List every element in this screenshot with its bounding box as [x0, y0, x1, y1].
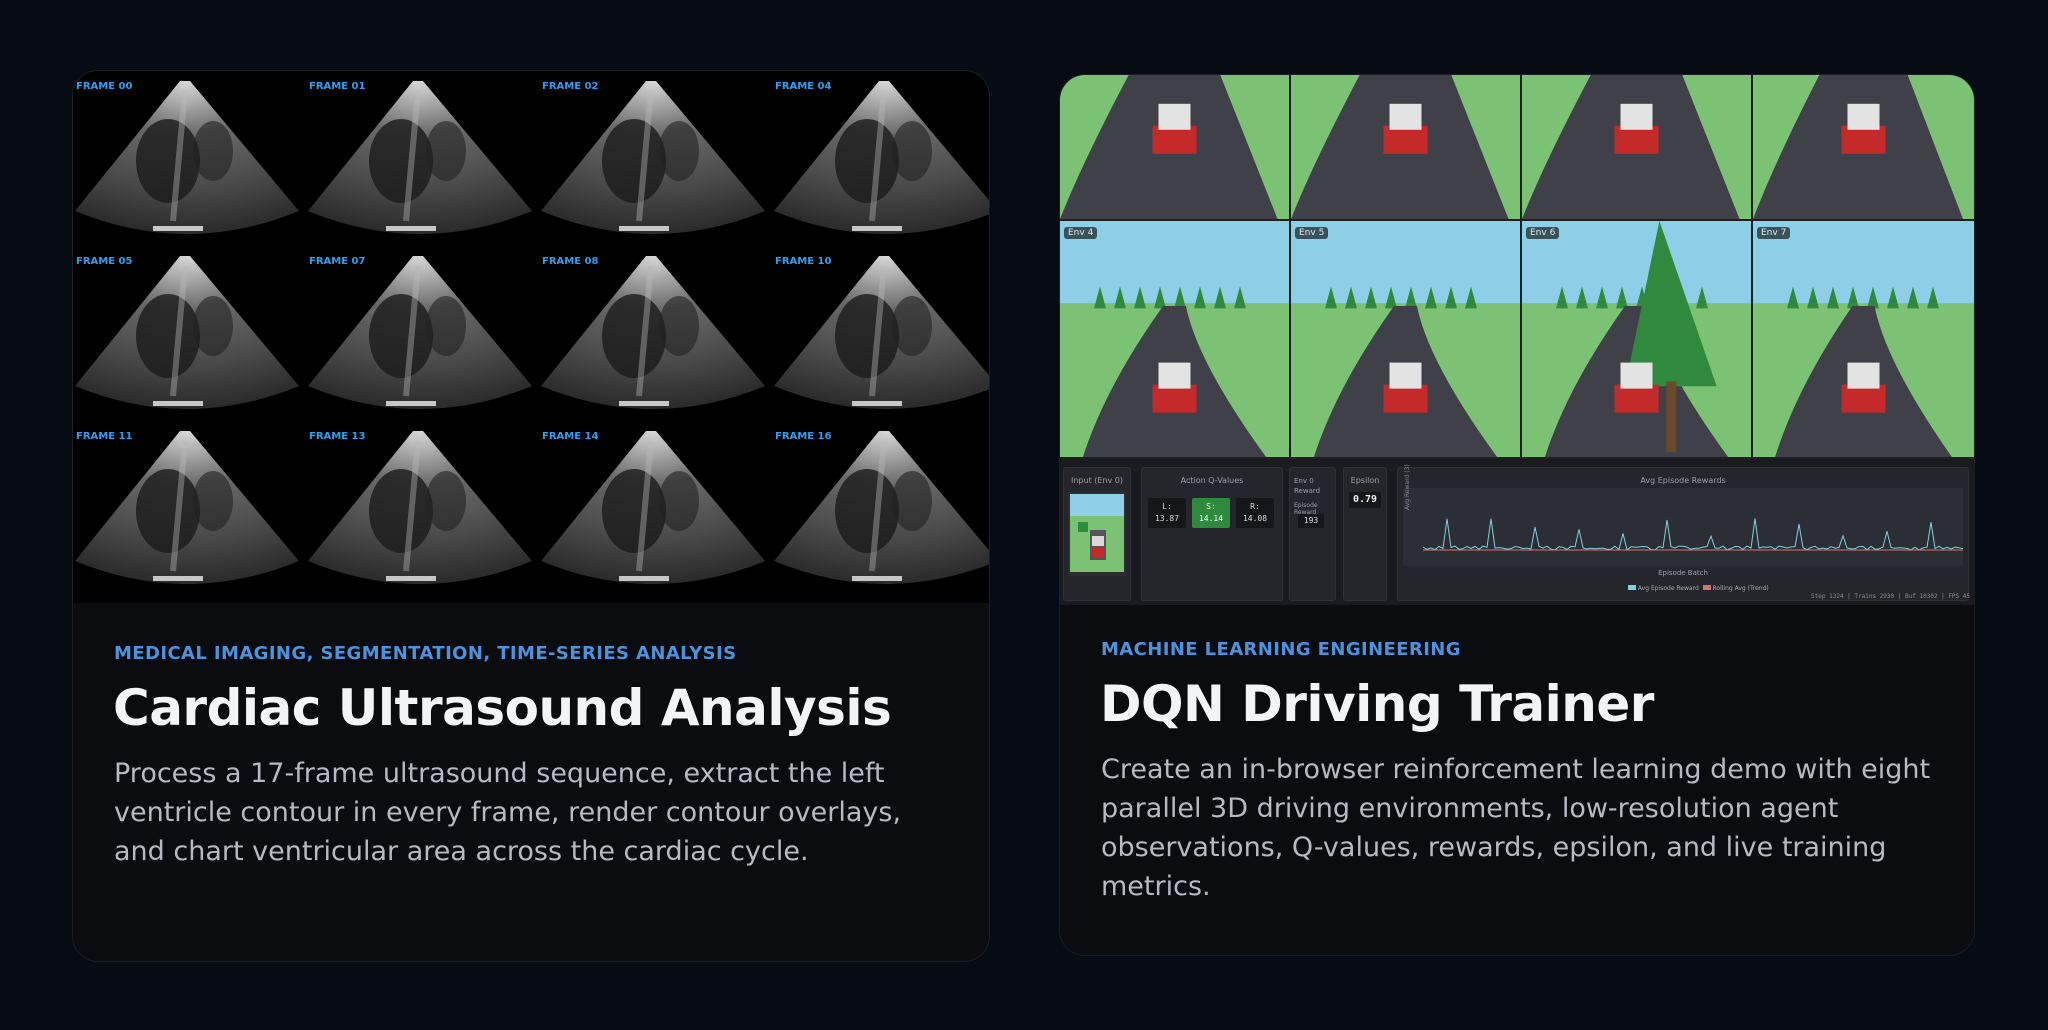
- ultrasound-frame: FRAME 13: [306, 421, 535, 596]
- ultrasound-frame: FRAME 08: [539, 246, 768, 421]
- rewards-chart: [1403, 488, 1963, 568]
- ultrasound-frame: FRAME 16: [772, 421, 990, 596]
- ultrasound-sector: [539, 246, 768, 421]
- project-title: DQN Driving Trainer: [1100, 675, 1654, 733]
- driving-env-top: [1291, 75, 1522, 221]
- epsilon-panel: Epsilon 0.79: [1343, 467, 1387, 601]
- frame-label: FRAME 16: [775, 431, 831, 442]
- driving-env: Env 4: [1060, 221, 1291, 459]
- ultrasound-sector: [306, 246, 535, 421]
- ultrasound-sector: [539, 421, 768, 596]
- ultrasound-frame: FRAME 00: [73, 71, 302, 246]
- episode-reward-value: 193: [1298, 514, 1324, 528]
- ultrasound-frame: FRAME 14: [539, 421, 768, 596]
- driving-env-top: [1753, 75, 1975, 221]
- q-values-title: Action Q-Values: [1142, 476, 1282, 485]
- ultrasound-sector: [539, 71, 768, 246]
- frame-label: FRAME 14: [542, 431, 598, 442]
- frame-label: FRAME 13: [309, 431, 365, 442]
- ultrasound-frame: FRAME 04: [772, 71, 990, 246]
- ultrasound-sector: [772, 246, 990, 421]
- ultrasound-frame: FRAME 07: [306, 246, 535, 421]
- frame-label: FRAME 10: [775, 256, 831, 267]
- ultrasound-frame: FRAME 10: [772, 246, 990, 421]
- ultrasound-sector: [73, 246, 302, 421]
- frame-label: FRAME 04: [775, 81, 831, 92]
- q-value-straight: S: 14.14: [1192, 498, 1230, 528]
- epsilon-value: 0.79: [1349, 492, 1381, 508]
- ultrasound-frame: FRAME 01: [306, 71, 535, 246]
- chart-ylabel: Avg Reward (3): [1404, 464, 1411, 510]
- q-values-panel: Action Q-Values L: 13.87 S: 14.14 R: 14.08: [1141, 467, 1283, 601]
- project-tags: MACHINE LEARNING ENGINEERING: [1101, 639, 1461, 660]
- env-label: Env 5: [1295, 227, 1328, 239]
- project-title: Cardiac Ultrasound Analysis: [113, 679, 891, 737]
- input-panel: Input (Env 0): [1063, 467, 1131, 601]
- ultrasound-sector: [306, 421, 535, 596]
- project-description: Process a 17-frame ultrasound sequence, …: [114, 754, 954, 871]
- epsilon-title: Epsilon: [1344, 476, 1386, 485]
- driving-env-top: [1522, 75, 1753, 221]
- ultrasound-sector: [772, 421, 990, 596]
- ultrasound-sector: [73, 421, 302, 596]
- ultrasound-sector: [73, 71, 302, 246]
- ultrasound-frame: FRAME 05: [73, 246, 302, 421]
- env-label: Env 7: [1757, 227, 1790, 239]
- reward-title: Env 0 Reward: [1294, 476, 1332, 496]
- ultrasound-frame: FRAME 11: [73, 421, 302, 596]
- driving-env-top: [1060, 75, 1291, 221]
- dqn-preview: Env 7 Env 6 Env 5 Env 4 Input (Env 0) Actio…: [1060, 75, 1974, 605]
- env-label: Env 6: [1526, 227, 1559, 239]
- frame-label: FRAME 00: [76, 81, 132, 92]
- project-card-cardiac[interactable]: FRAME 00 FRAME 01 FRAME 02 FRAME 04 FRAME 05…: [72, 70, 990, 962]
- rewards-chart-panel: Avg Episode Rewards Avg Reward (3) Episo…: [1397, 467, 1969, 601]
- ultrasound-sector: [772, 71, 990, 246]
- status-bar: Step 1324 | Trains 2930 | Buf 10302 | FP…: [1811, 593, 1970, 600]
- frame-label: FRAME 02: [542, 81, 598, 92]
- chart-legend: Avg Episode Reward Rolling Avg (Trend): [1628, 585, 1769, 592]
- agent-observation: [1068, 492, 1126, 576]
- input-panel-title: Input (Env 0): [1064, 476, 1130, 485]
- frame-label: FRAME 01: [309, 81, 365, 92]
- project-card-dqn[interactable]: Env 7 Env 6 Env 5 Env 4 Input (Env 0) Actio…: [1059, 74, 1975, 956]
- reward-panel: Env 0 Reward Episode Reward 193: [1289, 467, 1336, 601]
- frame-label: FRAME 08: [542, 256, 598, 267]
- project-description: Create an in-browser reinforcement learn…: [1101, 750, 1941, 906]
- driving-env: Env 7: [1753, 221, 1975, 459]
- ultrasound-sector: [306, 71, 535, 246]
- chart-xlabel: Episode Batch: [1398, 569, 1968, 577]
- frame-label: FRAME 07: [309, 256, 365, 267]
- frame-label: FRAME 05: [76, 256, 132, 267]
- ultrasound-preview-grid: FRAME 00 FRAME 01 FRAME 02 FRAME 04 FRAME 05…: [73, 71, 989, 603]
- chart-title: Avg Episode Rewards: [1398, 476, 1968, 485]
- driving-env: Env 6: [1522, 221, 1753, 459]
- project-tags: MEDICAL IMAGING, SEGMENTATION, TIME-SERI…: [114, 643, 737, 664]
- q-value-left: L: 13.87: [1148, 498, 1186, 528]
- env-label: Env 4: [1064, 227, 1097, 239]
- frame-label: FRAME 11: [76, 431, 132, 442]
- ultrasound-frame: FRAME 02: [539, 71, 768, 246]
- driving-env: Env 5: [1291, 221, 1522, 459]
- q-value-right: R: 14.08: [1236, 498, 1274, 528]
